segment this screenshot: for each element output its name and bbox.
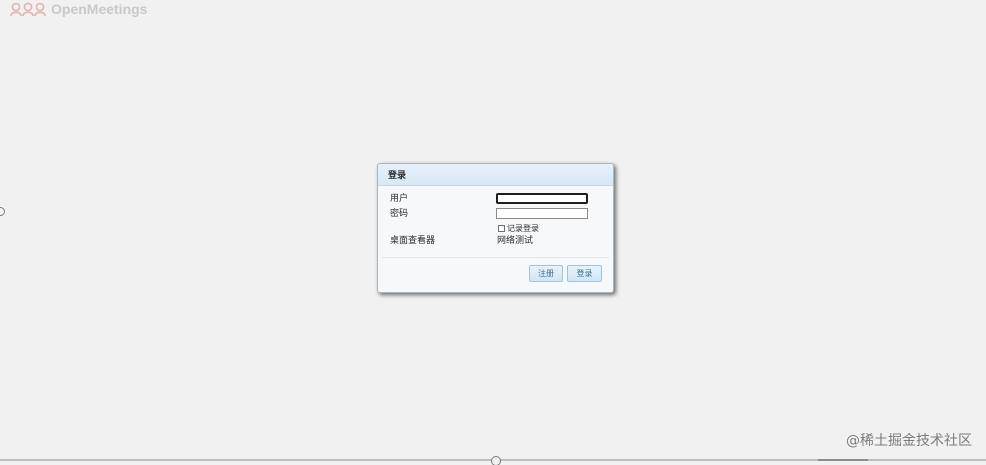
desktop-viewer-link[interactable]: 桌面查看器 [390, 236, 435, 247]
bottom-resize-handle[interactable] [491, 456, 501, 465]
people-group-icon [10, 2, 46, 17]
login-dialog: 登录 用户 密码 记录登录 桌面查看器 网络测试 注册 登录 [377, 163, 614, 293]
login-button[interactable]: 登录 [567, 265, 602, 282]
logo: OpenMeetings [10, 0, 147, 18]
scroll-indicator [818, 459, 868, 461]
left-resize-handle[interactable] [0, 207, 5, 216]
remember-me-checkbox[interactable] [498, 225, 505, 232]
dialog-title: 登录 [378, 164, 613, 186]
network-test-link[interactable]: 网络测试 [497, 236, 533, 247]
username-label: 用户 [390, 194, 409, 204]
password-label: 密码 [390, 209, 409, 219]
password-input[interactable] [496, 208, 588, 219]
watermark: @稀土掘金技术社区 [846, 433, 972, 449]
username-input[interactable] [496, 193, 588, 204]
brand-name: OpenMeetings [51, 1, 148, 17]
remember-me-label[interactable]: 记录登录 [507, 223, 539, 234]
register-button[interactable]: 注册 [529, 265, 563, 282]
dialog-divider [382, 257, 609, 258]
remember-me[interactable]: 记录登录 [498, 223, 539, 234]
